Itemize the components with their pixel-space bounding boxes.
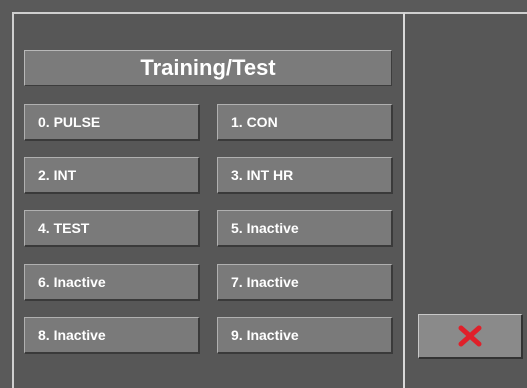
program-button-8[interactable]: 8. Inactive (24, 317, 200, 354)
program-button-6[interactable]: 6. Inactive (24, 264, 200, 301)
program-button-9[interactable]: 9. Inactive (217, 317, 393, 354)
close-button[interactable] (418, 314, 523, 359)
program-button-7[interactable]: 7. Inactive (217, 264, 393, 301)
close-icon (458, 325, 482, 347)
program-button-0[interactable]: 0. PULSE (24, 104, 200, 141)
app-frame: Training/Test 0. PULSE 1. CON 2. INT 3. … (0, 0, 527, 388)
program-button-2[interactable]: 2. INT (24, 157, 200, 194)
page-title: Training/Test (24, 50, 392, 86)
program-button-5[interactable]: 5. Inactive (217, 210, 393, 247)
program-button-1[interactable]: 1. CON (217, 104, 393, 141)
program-button-3[interactable]: 3. INT HR (217, 157, 393, 194)
program-button-4[interactable]: 4. TEST (24, 210, 200, 247)
